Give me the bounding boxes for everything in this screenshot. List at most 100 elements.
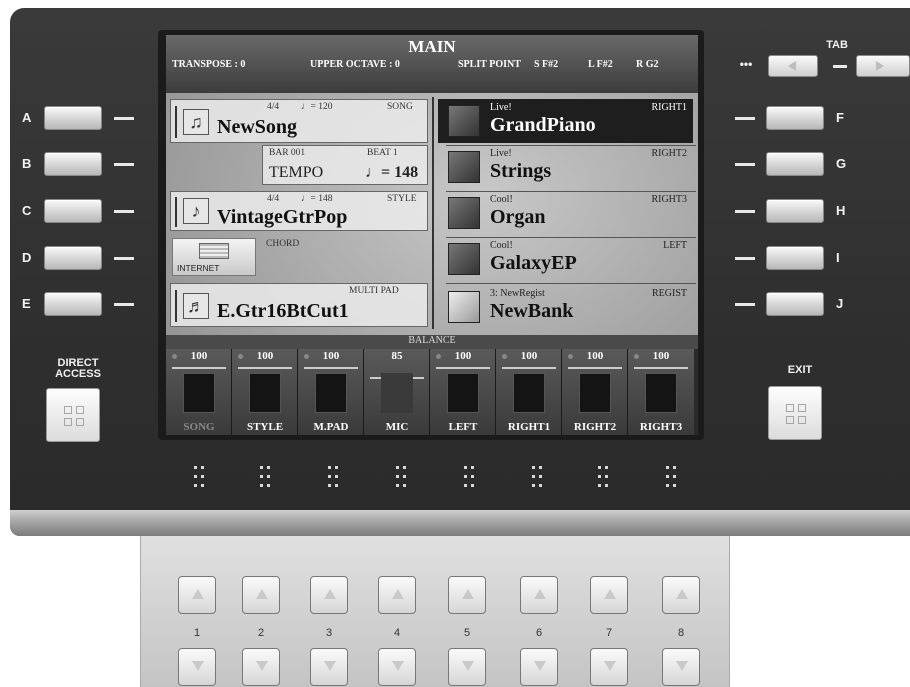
button-3-up[interactable] [310, 576, 348, 614]
registration-icon [448, 291, 480, 323]
tempo-label: TEMPO [269, 164, 324, 181]
button-e[interactable] [44, 292, 102, 316]
panel-divider [432, 97, 434, 329]
multipad-icon: ♬ [183, 293, 209, 319]
button-d-label: D [22, 250, 32, 265]
channel-right3[interactable]: 100 RIGHT3 [628, 349, 694, 435]
channel-left[interactable]: 100 LEFT [430, 349, 496, 435]
dots-icon [666, 466, 676, 490]
button-6-down[interactable] [520, 648, 558, 686]
part-left-tag: LEFT [663, 240, 687, 251]
registration-bank[interactable]: 3: NewRegist REGIST NewBank [438, 285, 693, 329]
dots-icon [464, 466, 474, 490]
button-3-down[interactable] [310, 648, 348, 686]
part-right1-prefix: Live! [490, 102, 512, 113]
channel-right1[interactable]: 100 RIGHT1 [496, 349, 562, 435]
tempo-panel[interactable]: BAR 001 BEAT 1 TEMPO ♩= 148 [262, 145, 428, 185]
style-time-signature: 4/4 [267, 194, 280, 204]
button-7-down[interactable] [590, 648, 628, 686]
multipad-panel[interactable]: ♬ MULTI PAD E.Gtr16BtCut1 [170, 283, 428, 327]
button-b[interactable] [44, 152, 102, 176]
button-1-down[interactable] [178, 648, 216, 686]
fader-level [568, 367, 622, 369]
button-c-indicator [114, 210, 134, 213]
channel-right3-name: RIGHT3 [639, 421, 683, 433]
channel-style-value: 100 [256, 350, 274, 362]
button-a[interactable] [44, 106, 102, 130]
button-5-down[interactable] [448, 648, 486, 686]
button-i-label: I [836, 250, 840, 265]
button-h[interactable] [766, 199, 824, 223]
button-5-up[interactable] [448, 576, 486, 614]
part-right3[interactable]: Cool! RIGHT3 Organ [438, 191, 693, 235]
button-1-up[interactable] [178, 576, 216, 614]
button-i[interactable] [766, 246, 824, 270]
button-2-down[interactable] [242, 648, 280, 686]
upper-octave-readout: UPPER OCTAVE : 0 [310, 59, 400, 70]
style-panel[interactable]: ♪ 4/4 ♩= 148 STYLE VintageGtrPop [170, 191, 428, 231]
song-bracket [175, 106, 177, 138]
button-g[interactable] [766, 152, 824, 176]
style-tag: STYLE [387, 194, 417, 204]
button-4-down[interactable] [378, 648, 416, 686]
channel-mpad[interactable]: 100 M.PAD [298, 349, 364, 435]
button-2-up[interactable] [242, 576, 280, 614]
button-3-label: 3 [325, 627, 333, 639]
channel-mic[interactable]: 85 MIC [364, 349, 430, 435]
fader-level [502, 367, 556, 369]
part-right1[interactable]: Live! RIGHT1 GrandPiano [438, 99, 693, 143]
down-arrow-icon [462, 661, 474, 671]
button-8-up[interactable] [662, 576, 700, 614]
split-point-l: L F#2 [588, 59, 613, 70]
up-arrow-icon [192, 589, 204, 599]
button-8-down[interactable] [662, 648, 700, 686]
up-arrow-icon [392, 589, 404, 599]
dots-icon [194, 466, 204, 490]
song-panel[interactable]: ♫ 4/4 ♩= 120 SONG NewSong [170, 99, 428, 143]
channel-left-fader[interactable] [447, 373, 479, 413]
split-point-s: S F#2 [534, 59, 559, 70]
screen-header: MAIN TRANSPOSE : 0 UPPER OCTAVE : 0 SPLI… [166, 35, 698, 93]
button-7-label: 7 [605, 627, 613, 639]
channel-mic-fader[interactable] [381, 373, 413, 413]
up-arrow-icon [324, 589, 336, 599]
arrow-left-icon [788, 61, 796, 71]
channel-right3-fader[interactable] [645, 373, 677, 413]
tab-right-button[interactable] [856, 55, 910, 77]
channel-right2-fader[interactable] [579, 373, 611, 413]
chord-label: CHORD [266, 239, 300, 249]
button-c-label: C [22, 203, 32, 218]
beat-counter: BEAT 1 [367, 148, 398, 158]
channel-style-fader[interactable] [249, 373, 281, 413]
channel-mpad-fader[interactable] [315, 373, 347, 413]
channel-right1-fader[interactable] [513, 373, 545, 413]
up-arrow-icon [534, 589, 546, 599]
button-h-label: H [836, 203, 846, 218]
button-g-indicator [735, 163, 755, 166]
direct-access-button[interactable] [46, 388, 100, 442]
down-arrow-icon [392, 661, 404, 671]
registration-prefix: 3: NewRegist [490, 288, 545, 299]
button-7-up[interactable] [590, 576, 628, 614]
button-4-up[interactable] [378, 576, 416, 614]
button-b-indicator [114, 163, 134, 166]
part-right2[interactable]: Live! RIGHT2 Strings [438, 145, 693, 189]
channel-style[interactable]: 100 STYLE [232, 349, 298, 435]
button-j-indicator [735, 303, 755, 306]
button-j[interactable] [766, 292, 824, 316]
button-f[interactable] [766, 106, 824, 130]
button-c[interactable] [44, 199, 102, 223]
tab-left-button[interactable] [768, 55, 818, 77]
channel-right2[interactable]: 100 RIGHT2 [562, 349, 628, 435]
button-d[interactable] [44, 246, 102, 270]
channel-song-fader[interactable] [183, 373, 215, 413]
button-5-label: 5 [463, 627, 471, 639]
part-left[interactable]: Cool! LEFT GalaxyEP [438, 237, 693, 281]
balance-label: BALANCE [408, 335, 456, 346]
channel-song[interactable]: 100 SONG [166, 349, 232, 435]
button-6-up[interactable] [520, 576, 558, 614]
internet-button[interactable]: INTERNET [172, 238, 256, 276]
exit-button[interactable] [768, 386, 822, 440]
dots-icon [396, 466, 406, 490]
button-8-label: 8 [677, 627, 685, 639]
